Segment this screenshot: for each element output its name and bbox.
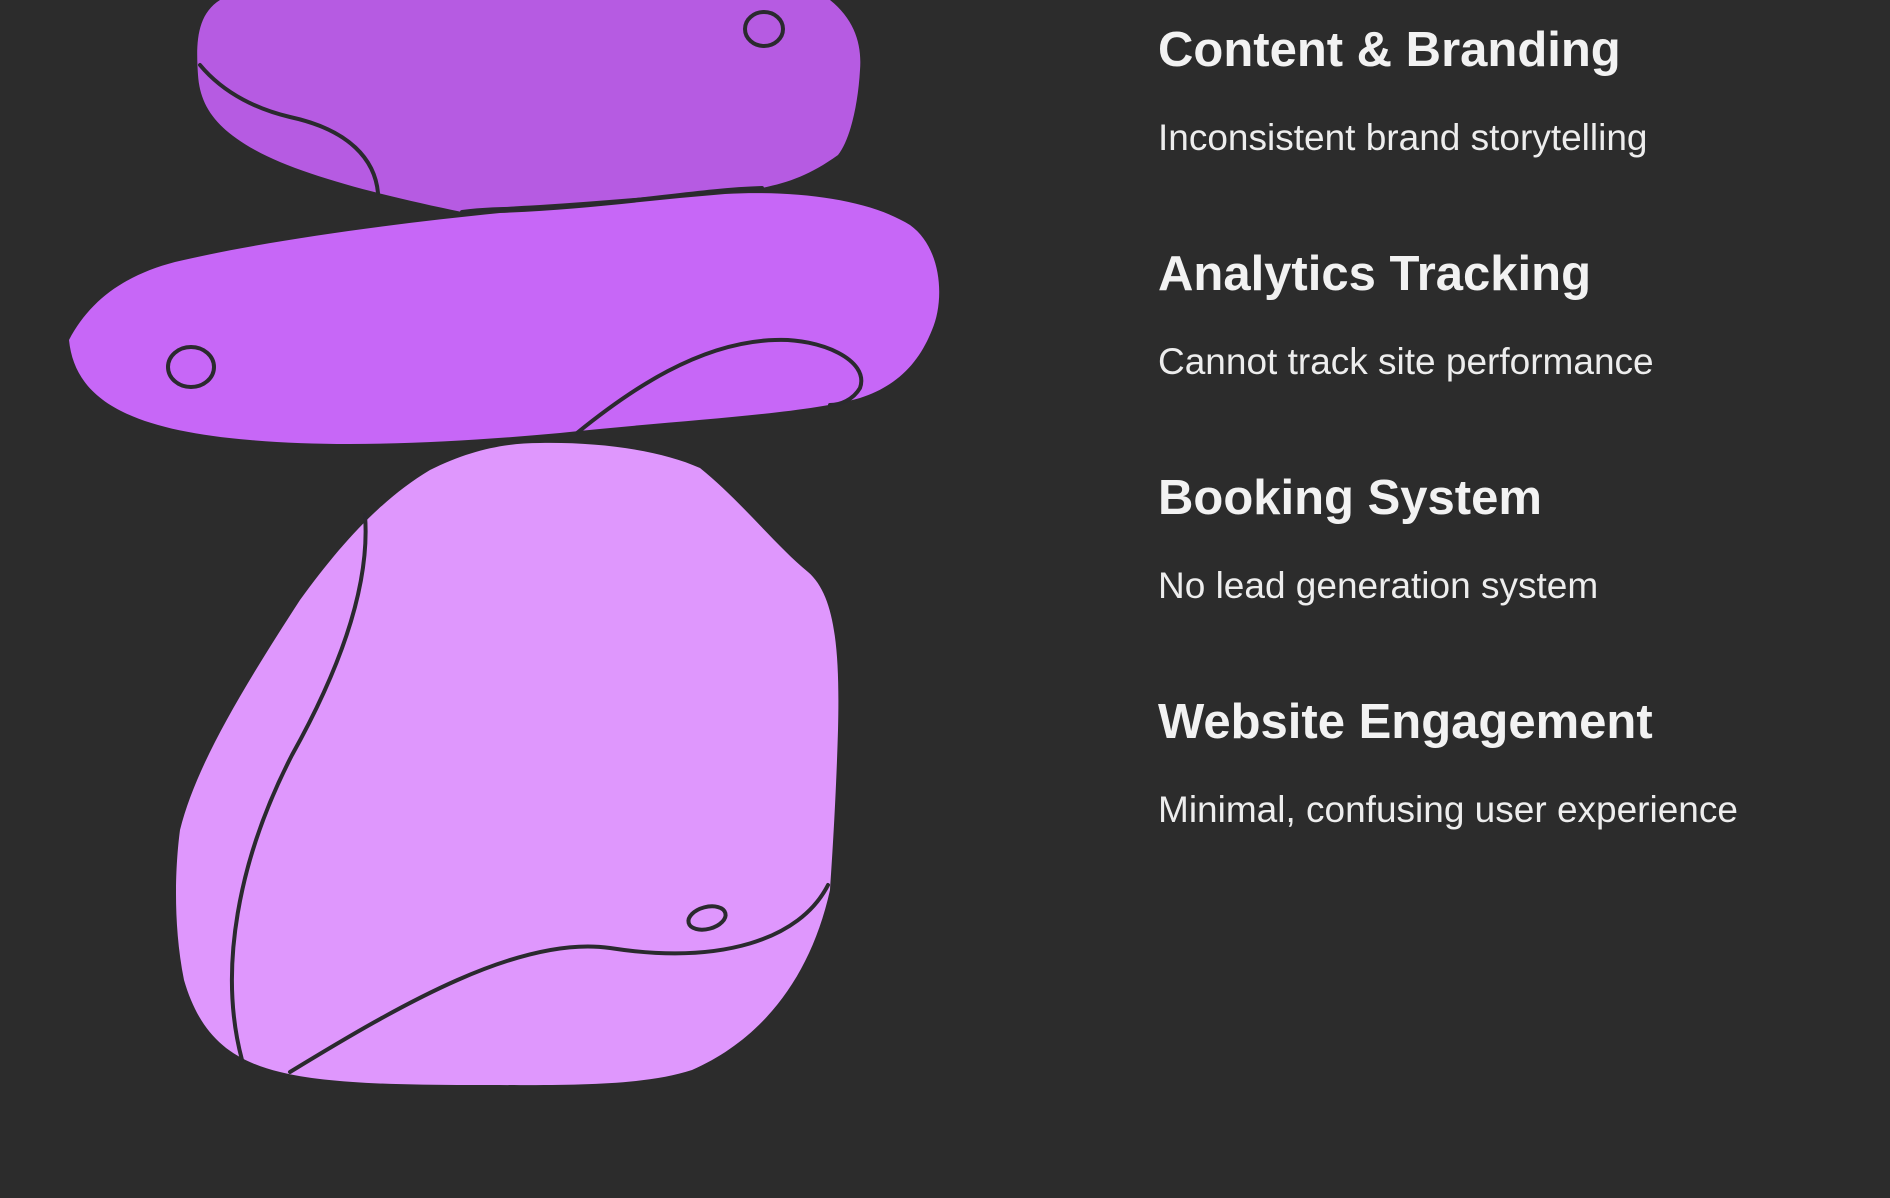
challenge-description: Minimal, confusing user experience (1158, 789, 1738, 830)
challenge-title: Content & Branding (1158, 23, 1621, 77)
challenge-title: Booking System (1158, 471, 1542, 525)
stacked-stones-illustration (69, 0, 940, 1086)
stone-bottom-body (176, 442, 839, 1086)
challenge-description: Inconsistent brand storytelling (1158, 117, 1648, 158)
stone-middle-body (69, 193, 940, 444)
challenge-description: Cannot track site performance (1158, 341, 1654, 382)
diagram-canvas: Content & Branding Inconsistent brand st… (0, 0, 1890, 1198)
challenge-title: Website Engagement (1158, 695, 1653, 749)
stone-bottom (176, 442, 839, 1086)
stone-top-body (197, 0, 861, 212)
stone-top (197, 0, 861, 214)
stone-middle (69, 193, 940, 444)
challenge-title: Analytics Tracking (1158, 247, 1592, 301)
challenge-description: No lead generation system (1158, 565, 1599, 606)
